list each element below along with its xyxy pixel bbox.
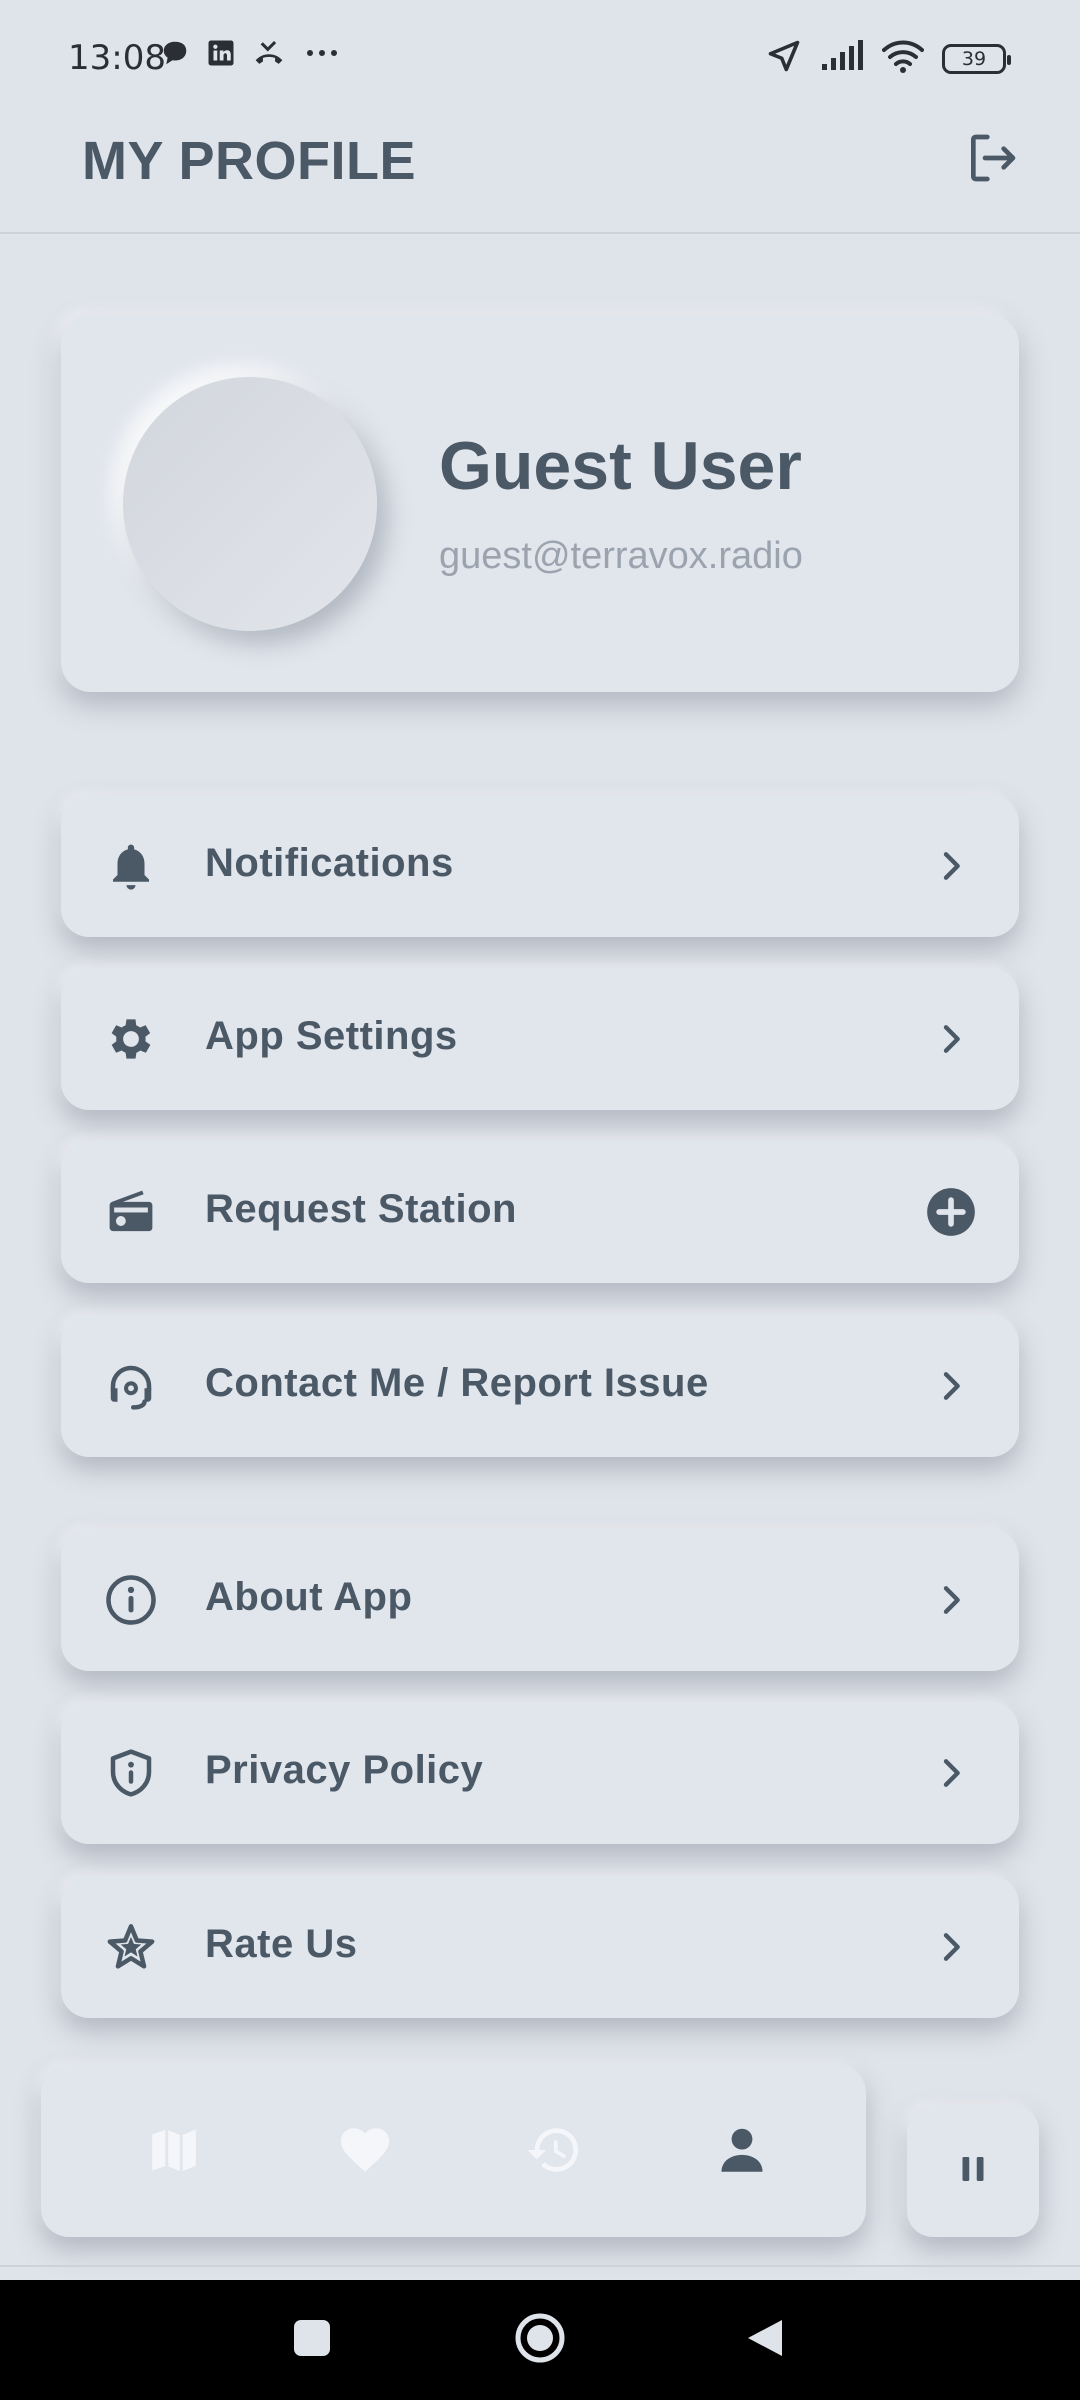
chevron-right-icon [925,1360,977,1412]
menu-label: Request Station [205,1187,517,1231]
bottom-nav [41,2065,866,2237]
app-header: MY PROFILE [0,120,1080,234]
nav-item-favorites[interactable] [330,2117,400,2187]
signal-bars-icon [820,40,864,77]
radio-icon [103,1184,159,1240]
menu-label: Notifications [205,841,454,885]
menu-item-app-settings[interactable]: App Settings [61,968,1019,1110]
person-icon [713,2121,771,2184]
menu-label: App Settings [205,1014,458,1058]
more-dots-icon [302,38,342,73]
page-title: MY PROFILE [82,131,417,191]
profile-card: Guest User guest@terravox.radio [61,315,1019,692]
pause-icon [955,2151,991,2192]
back-triangle-icon [744,2316,788,2365]
menu-item-about-app[interactable]: About App [61,1529,1019,1671]
wifi-icon [882,39,924,78]
status-time: 13:08 [68,38,166,78]
info-circle-icon [103,1572,159,1628]
missed-call-icon [252,38,286,73]
square-icon [292,2318,332,2363]
heart-icon [336,2121,394,2184]
avatar[interactable] [123,377,377,631]
chevron-right-icon [925,1574,977,1626]
divider [0,2265,1080,2267]
nav-item-map[interactable] [139,2117,209,2187]
back-button[interactable] [736,2310,796,2370]
shield-info-icon [103,1745,159,1801]
menu-item-contact-report[interactable]: Contact Me / Report Issue [61,1315,1019,1457]
menu-item-notifications[interactable]: Notifications [61,795,1019,937]
profile-screen: 13:08 39 MY PROFILE Guest User guest@ter… [0,0,1080,2400]
status-right-icons: 39 [766,38,1011,79]
location-arrow-icon [766,38,802,79]
gear-icon [103,1011,159,1067]
linkedin-icon [206,38,236,73]
headset-icon [103,1358,159,1414]
menu-label: Privacy Policy [205,1748,484,1792]
chevron-right-icon [925,1921,977,1973]
status-left-icons [160,38,342,73]
map-icon [145,2121,203,2184]
nav-item-history[interactable] [519,2117,589,2187]
status-bar: 13:08 39 [0,0,1080,120]
history-icon [525,2121,583,2184]
profile-email: guest@terravox.radio [439,535,803,577]
bell-icon [103,838,159,894]
menu-label: About App [205,1575,413,1619]
player-pause-button[interactable] [907,2105,1039,2237]
system-nav-bar [0,2280,1080,2400]
plus-circle-icon[interactable] [925,1186,977,1238]
chat-bubble-icon [160,38,190,73]
chevron-right-icon [925,1747,977,1799]
logout-button[interactable] [956,124,1028,196]
menu-item-privacy-policy[interactable]: Privacy Policy [61,1702,1019,1844]
chevron-right-icon [925,840,977,892]
battery-icon: 39 [942,43,1011,74]
menu-label: Contact Me / Report Issue [205,1361,709,1405]
chevron-right-icon [925,1013,977,1065]
nav-item-profile[interactable] [707,2117,777,2187]
menu-item-rate-us[interactable]: Rate Us [61,1876,1019,2018]
recents-button[interactable] [282,2310,342,2370]
menu-item-request-station[interactable]: Request Station [61,1141,1019,1283]
star-outline-icon [103,1919,159,1975]
home-circle-icon [514,2312,566,2369]
logout-icon [964,130,1020,191]
profile-name: Guest User [439,428,802,504]
home-button[interactable] [510,2310,570,2370]
menu-label: Rate Us [205,1922,358,1966]
